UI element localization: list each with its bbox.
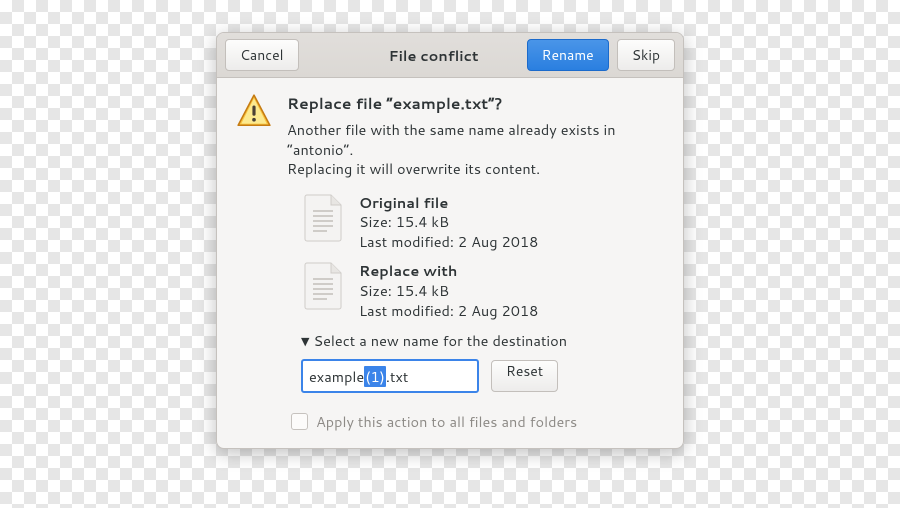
cancel-button[interactable]: Cancel: [225, 39, 299, 71]
rename-button[interactable]: Rename: [527, 39, 609, 71]
selection: (1): [364, 366, 386, 387]
file-icon: [303, 193, 345, 252]
file-icon: [303, 261, 345, 320]
apply-all-checkbox[interactable]: [291, 413, 308, 430]
file-conflict-dialog: Cancel File conflict Rename Skip Replace…: [216, 32, 684, 449]
original-label: Original file: [359, 192, 448, 213]
chevron-down-icon: ▼: [301, 333, 309, 349]
expander-label: Select a new name for the destination: [313, 330, 567, 351]
original-modified: Last modified: 2 Aug 2018: [359, 232, 538, 252]
skip-button[interactable]: Skip: [617, 39, 675, 71]
warning-icon: [235, 92, 273, 432]
new-name-input[interactable]: example(1).txt: [301, 359, 479, 393]
rename-expander[interactable]: ▼ Select a new name for the destination: [301, 330, 665, 351]
apply-all-label: Apply this action to all files and folde…: [316, 411, 577, 432]
prompt-description: Another file with the same name already …: [287, 120, 665, 179]
prompt-heading: Replace file “example.txt”?: [287, 92, 665, 114]
replacement-size: Size: 15.4 kB: [359, 281, 538, 301]
replacement-label: Replace with: [359, 260, 457, 281]
replacement-modified: Last modified: 2 Aug 2018: [359, 301, 538, 321]
original-size: Size: 15.4 kB: [359, 212, 538, 232]
dialog-title: File conflict: [349, 45, 519, 66]
replacement-file-row: Replace with Size: 15.4 kB Last modified…: [303, 261, 665, 320]
original-file-row: Original file Size: 15.4 kB Last modifie…: [303, 193, 665, 252]
reset-button[interactable]: Reset: [491, 360, 558, 392]
dialog-header: Cancel File conflict Rename Skip: [217, 33, 683, 78]
